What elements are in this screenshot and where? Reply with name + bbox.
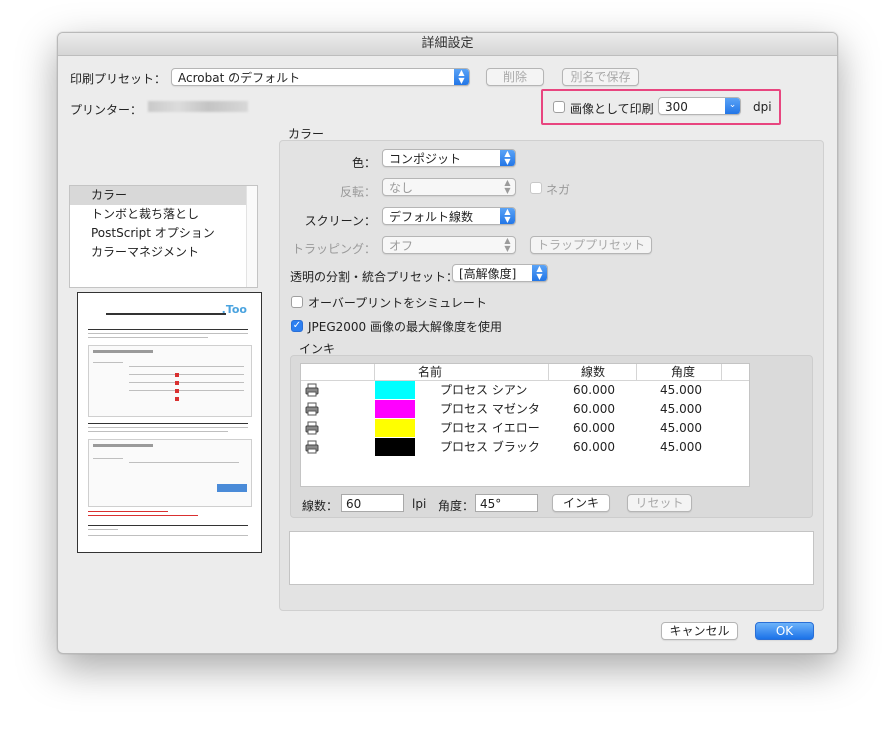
- ink-settings-button[interactable]: インキ: [552, 494, 610, 512]
- ink-angle-input[interactable]: 45°: [475, 494, 538, 512]
- trap-preset-button[interactable]: トラッププリセット: [530, 236, 652, 254]
- ink-lpi: 60.000: [573, 421, 615, 435]
- ink-color-swatch: [375, 381, 415, 399]
- ink-row[interactable]: プロセス イエロー 60.000 45.000: [301, 419, 749, 438]
- sidebar-item-marks-bleeds[interactable]: トンボと裁ち落とし: [70, 205, 257, 224]
- sidebar-item-postscript[interactable]: PostScript オプション: [70, 224, 257, 243]
- cancel-button[interactable]: キャンセル: [661, 622, 738, 640]
- ink-color-swatch: [375, 438, 415, 456]
- flip-select[interactable]: なし ▲ ▼: [382, 178, 516, 196]
- ink-name: プロセス ブラック: [440, 440, 540, 454]
- trapping-value: オフ: [389, 239, 414, 253]
- ink-color-swatch: [375, 400, 415, 418]
- ink-color-swatch: [375, 419, 415, 437]
- printer-name-blurred: [148, 101, 248, 112]
- column-angle[interactable]: 角度: [671, 364, 695, 380]
- flip-value: なし: [389, 181, 414, 195]
- negative-checkbox[interactable]: [530, 182, 542, 194]
- negative-label: ネガ: [546, 183, 571, 197]
- ink-lpi-input[interactable]: 60: [341, 494, 404, 512]
- color-mode-value: コンポジット: [389, 152, 462, 166]
- jpeg2000-checkbox[interactable]: ✓: [291, 320, 303, 332]
- printer-icon: [305, 383, 319, 397]
- chevron-updown-icon: ▲ ▼: [532, 265, 547, 281]
- ink-row[interactable]: プロセス シアン 60.000 45.000: [301, 381, 749, 400]
- dpi-value: 300: [665, 100, 688, 114]
- overprint-checkbox[interactable]: [291, 296, 303, 308]
- print-as-image-checkbox[interactable]: [553, 101, 565, 113]
- transparency-preset-label: 透明の分割・統合プリセット：: [290, 270, 459, 284]
- list-scrollbar[interactable]: [246, 186, 257, 287]
- ink-angle: 45.000: [660, 421, 702, 435]
- dpi-unit: dpi: [753, 100, 772, 114]
- screen-label: スクリーン：: [304, 214, 376, 228]
- ink-angle-label: 角度：: [438, 499, 475, 513]
- page-preview: .Too: [77, 292, 262, 553]
- ink-table-header: 名前 線数 角度: [301, 364, 749, 381]
- ink-name: プロセス シアン: [440, 383, 528, 397]
- flip-label: 反転：: [339, 185, 376, 199]
- column-lpi[interactable]: 線数: [581, 364, 605, 380]
- preset-value: Acrobat のデフォルト: [178, 71, 301, 85]
- column-name[interactable]: 名前: [418, 364, 442, 380]
- trapping-select[interactable]: オフ ▲ ▼: [382, 236, 516, 254]
- color-mode-select[interactable]: コンポジット ▲ ▼: [382, 149, 516, 167]
- preset-label: 印刷プリセット：: [70, 72, 167, 86]
- advanced-settings-dialog: 詳細設定 印刷プリセット： Acrobat のデフォルト ▲ ▼ 削除 別名で保存…: [57, 32, 838, 654]
- ink-lpi-label: 線数：: [302, 499, 339, 513]
- print-as-image-label: 画像として印刷: [570, 102, 654, 116]
- chevron-updown-icon: ▲ ▼: [500, 150, 515, 166]
- trapping-label: トラッピング：: [291, 242, 376, 256]
- delete-preset-button[interactable]: 削除: [486, 68, 544, 86]
- transparency-preset-value: [高解像度]: [459, 267, 517, 281]
- chevron-down-icon: ⌄: [725, 98, 740, 114]
- ink-lpi: 60.000: [573, 383, 615, 397]
- ink-reset-button[interactable]: リセット: [627, 494, 692, 512]
- printer-icon: [305, 402, 319, 416]
- chevron-updown-icon: ▲ ▼: [504, 178, 511, 195]
- ink-row[interactable]: プロセス ブラック 60.000 45.000: [301, 438, 749, 457]
- ink-name: プロセス マゼンタ: [440, 402, 540, 416]
- settings-category-list: カラー トンボと裁ち落とし PostScript オプション カラーマネジメント: [69, 185, 258, 288]
- overprint-label: オーバープリントをシミュレート: [308, 296, 487, 310]
- printer-icon: [305, 421, 319, 435]
- printer-icon: [305, 440, 319, 454]
- ink-angle: 45.000: [660, 383, 702, 397]
- color-mode-label: 色：: [351, 156, 376, 170]
- sidebar-item-color-management[interactable]: カラーマネジメント: [70, 243, 257, 262]
- sidebar-item-color[interactable]: カラー: [70, 186, 257, 205]
- preset-select[interactable]: Acrobat のデフォルト ▲ ▼: [171, 68, 470, 86]
- transparency-preset-select[interactable]: [高解像度] ▲ ▼: [452, 264, 548, 282]
- ink-lpi: 60.000: [573, 402, 615, 416]
- printer-label: プリンター：: [70, 103, 143, 117]
- chevron-updown-icon: ▲ ▼: [454, 69, 469, 85]
- save-as-preset-button[interactable]: 別名で保存: [562, 68, 639, 86]
- screen-value: デフォルト線数: [389, 210, 474, 224]
- ink-lpi-unit: lpi: [412, 497, 427, 511]
- ink-row[interactable]: プロセス マゼンタ 60.000 45.000: [301, 400, 749, 419]
- screen-select[interactable]: デフォルト線数 ▲ ▼: [382, 207, 516, 225]
- ink-angle: 45.000: [660, 440, 702, 454]
- ink-angle: 45.000: [660, 402, 702, 416]
- description-area: [289, 531, 814, 585]
- chevron-updown-icon: ▲ ▼: [504, 236, 511, 253]
- ink-table: 名前 線数 角度 プロセス シアン 60.000 45.000 プロセス マゼン…: [300, 363, 750, 487]
- window-title: 詳細設定: [58, 33, 837, 56]
- dpi-select[interactable]: 300 ⌄: [658, 97, 741, 115]
- ink-name: プロセス イエロー: [440, 421, 540, 435]
- jpeg2000-label: JPEG2000 画像の最大解像度を使用: [308, 320, 503, 334]
- ok-button[interactable]: OK: [755, 622, 814, 640]
- ink-lpi: 60.000: [573, 440, 615, 454]
- chevron-updown-icon: ▲ ▼: [500, 208, 515, 224]
